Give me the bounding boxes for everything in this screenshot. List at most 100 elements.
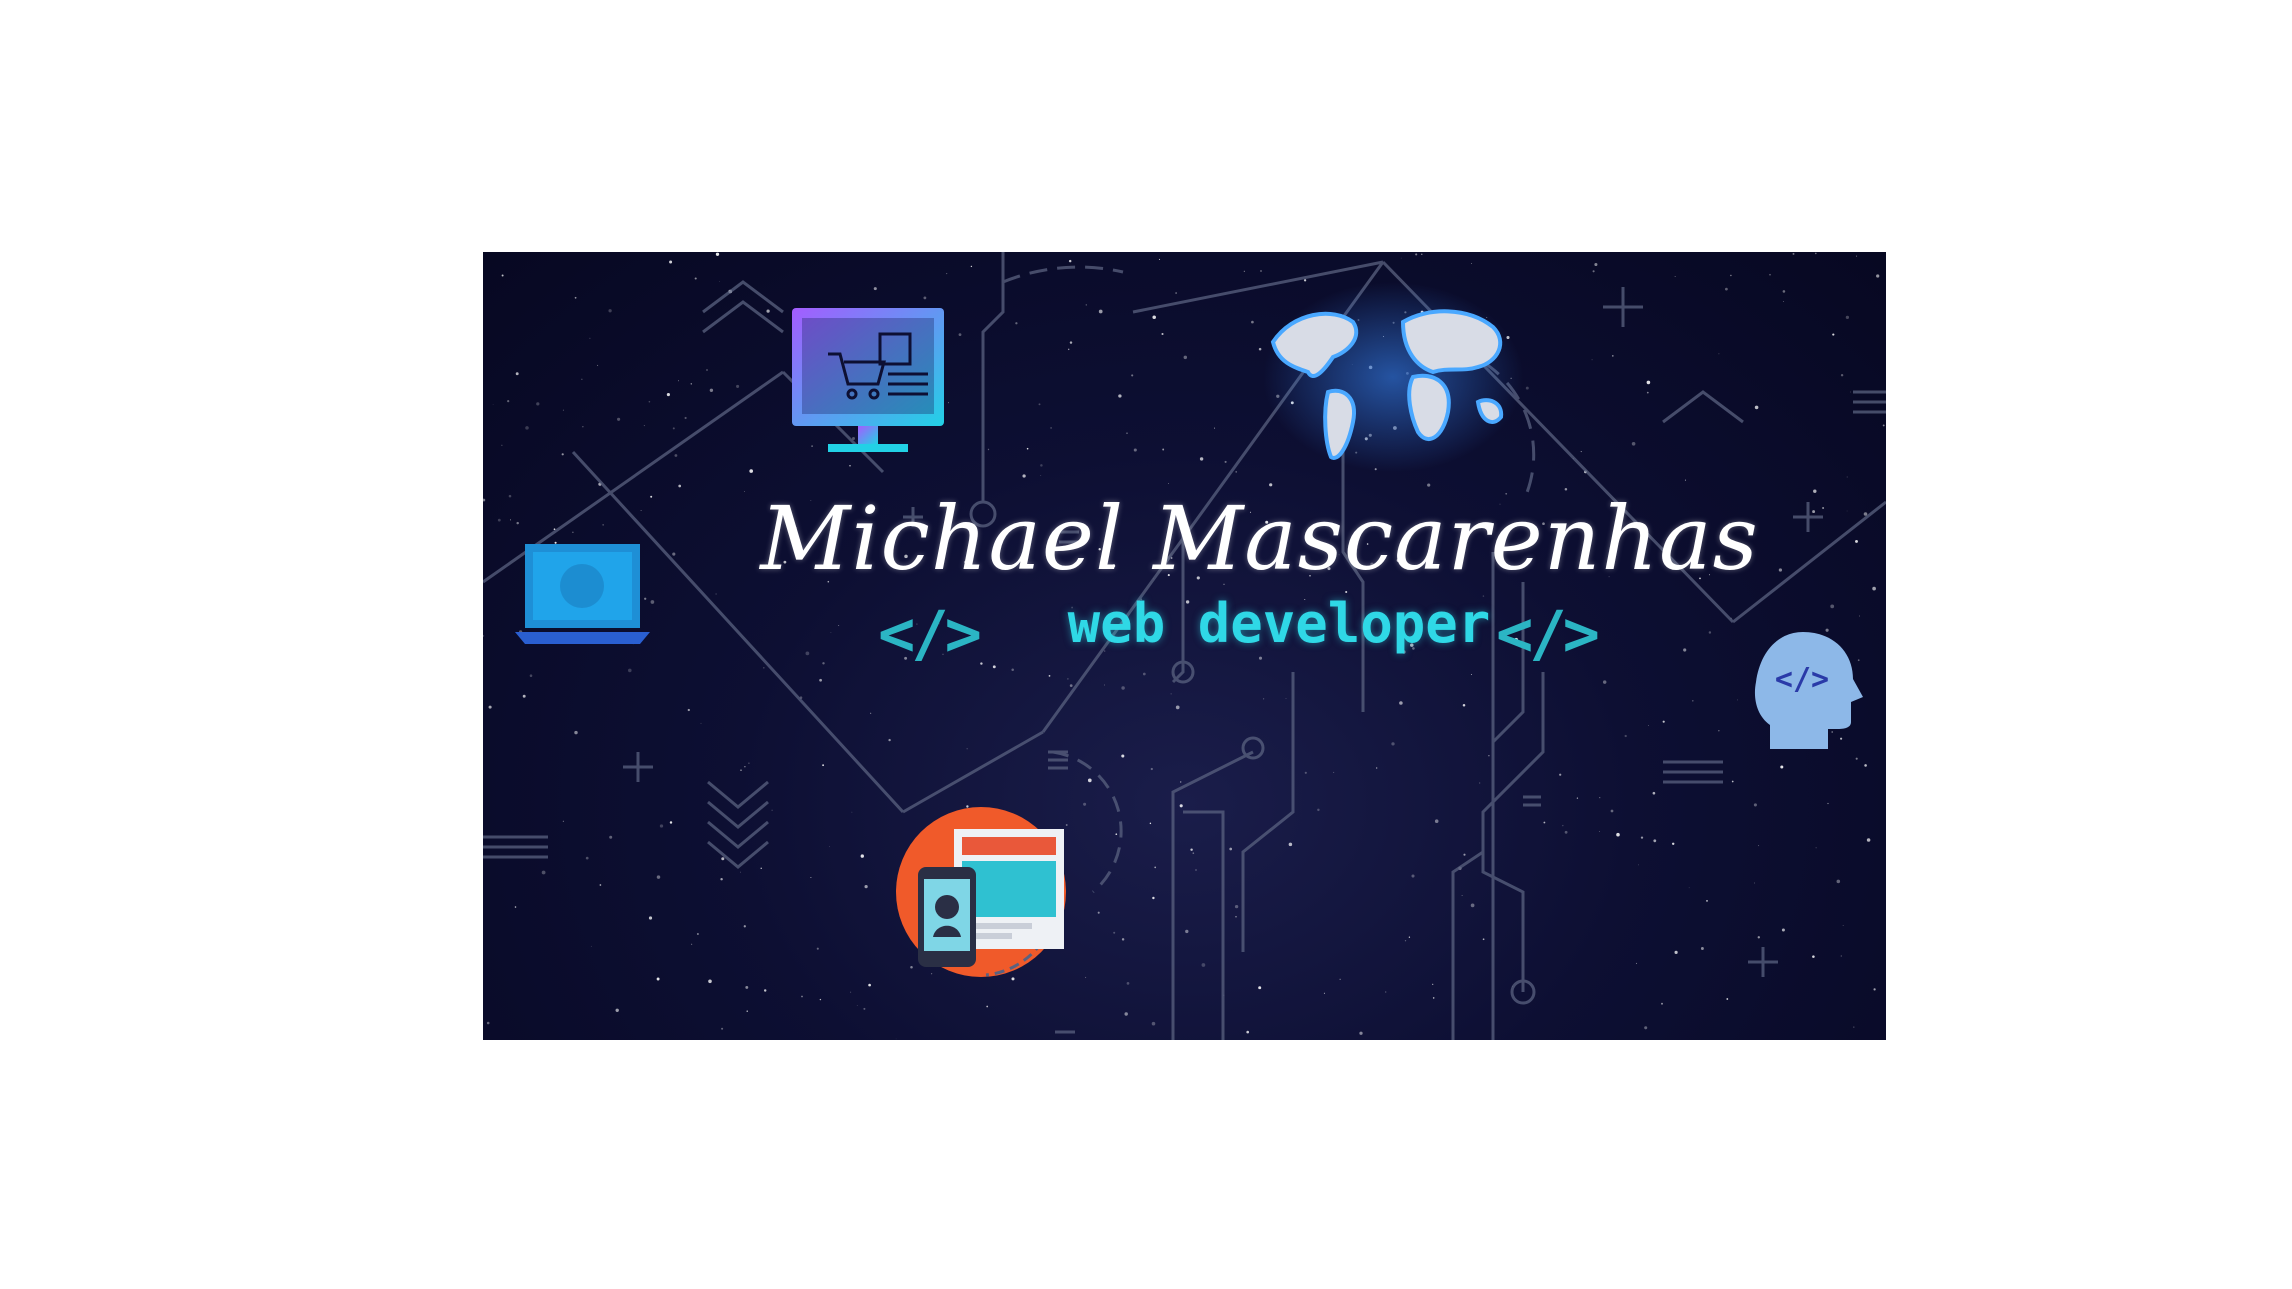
star: [1097, 911, 1100, 914]
star: [1038, 403, 1041, 406]
star: [838, 625, 840, 627]
star: [1083, 802, 1087, 806]
star: [1859, 615, 1860, 617]
star: [1737, 699, 1738, 701]
star: [1154, 866, 1157, 869]
star: [1840, 373, 1844, 377]
star: [1415, 253, 1418, 256]
star: [1183, 355, 1188, 360]
star: [1067, 348, 1070, 351]
star: [1411, 874, 1415, 878]
star: [721, 857, 725, 861]
star: [1258, 656, 1263, 660]
star: [1229, 847, 1233, 851]
star: [819, 998, 822, 1001]
star: [715, 593, 717, 595]
star: [736, 384, 740, 388]
star: [868, 983, 871, 987]
star: [1671, 842, 1675, 846]
star: [1782, 301, 1784, 302]
star: [740, 769, 742, 771]
star: [706, 369, 708, 371]
star: [643, 425, 645, 427]
star: [1285, 698, 1287, 699]
star: [1067, 678, 1069, 680]
star: [1470, 903, 1475, 908]
star: [514, 906, 517, 908]
star: [1692, 700, 1694, 702]
star: [1470, 262, 1473, 265]
star: [590, 945, 592, 947]
star: [1753, 803, 1757, 807]
star: [708, 979, 712, 984]
star: [1133, 448, 1137, 452]
star: [746, 1010, 748, 1012]
star: [1152, 896, 1155, 900]
star: [1068, 259, 1072, 263]
star: [1479, 782, 1481, 784]
star: [948, 402, 949, 404]
star: [501, 444, 503, 446]
star: [1201, 963, 1206, 967]
star: [1432, 983, 1434, 985]
star: [562, 409, 564, 411]
star: [1260, 270, 1262, 272]
star: [1126, 982, 1130, 985]
star: [1118, 394, 1122, 398]
star: [1840, 955, 1842, 957]
star: [1461, 895, 1463, 896]
star: [1856, 255, 1858, 257]
star: [656, 875, 661, 879]
star: [1142, 672, 1146, 676]
star: [674, 454, 678, 457]
star: [966, 748, 968, 750]
star: [1853, 1026, 1855, 1028]
star: [536, 402, 540, 406]
star: [609, 835, 613, 839]
star: [715, 252, 720, 256]
star: [721, 1027, 724, 1030]
star: [1769, 273, 1771, 276]
star: [648, 916, 653, 920]
star: [1158, 258, 1161, 260]
star: [1644, 1026, 1648, 1030]
star: [581, 378, 583, 380]
star: [1124, 1012, 1128, 1016]
star: [1385, 991, 1387, 993]
star: [1635, 962, 1638, 964]
star: [1616, 832, 1620, 837]
star: [1592, 270, 1595, 273]
star: [1648, 725, 1649, 726]
star: [656, 977, 660, 981]
star: [525, 426, 529, 430]
star: [1855, 757, 1858, 760]
star: [1192, 852, 1195, 854]
star: [870, 712, 872, 714]
star: [1126, 432, 1128, 434]
star: [763, 667, 765, 669]
star: [1199, 457, 1204, 461]
star: [1661, 1002, 1663, 1005]
star: [1050, 426, 1053, 429]
star: [1827, 802, 1829, 805]
star: [659, 824, 664, 828]
star: [822, 764, 825, 767]
star: [1150, 767, 1153, 771]
star: [1646, 391, 1649, 394]
star: [1662, 720, 1665, 723]
star: [810, 876, 812, 879]
star: [1599, 797, 1601, 799]
star: [1684, 479, 1686, 481]
star: [1339, 978, 1341, 980]
star: [1718, 353, 1720, 355]
star: [1069, 341, 1073, 344]
star: [1591, 359, 1593, 361]
star: [1263, 698, 1265, 700]
star: [599, 884, 602, 886]
star: [1121, 938, 1125, 941]
star: [986, 1005, 989, 1008]
star: [515, 372, 519, 376]
star: [1048, 675, 1051, 677]
star: [1121, 754, 1125, 758]
star: [1195, 869, 1197, 871]
